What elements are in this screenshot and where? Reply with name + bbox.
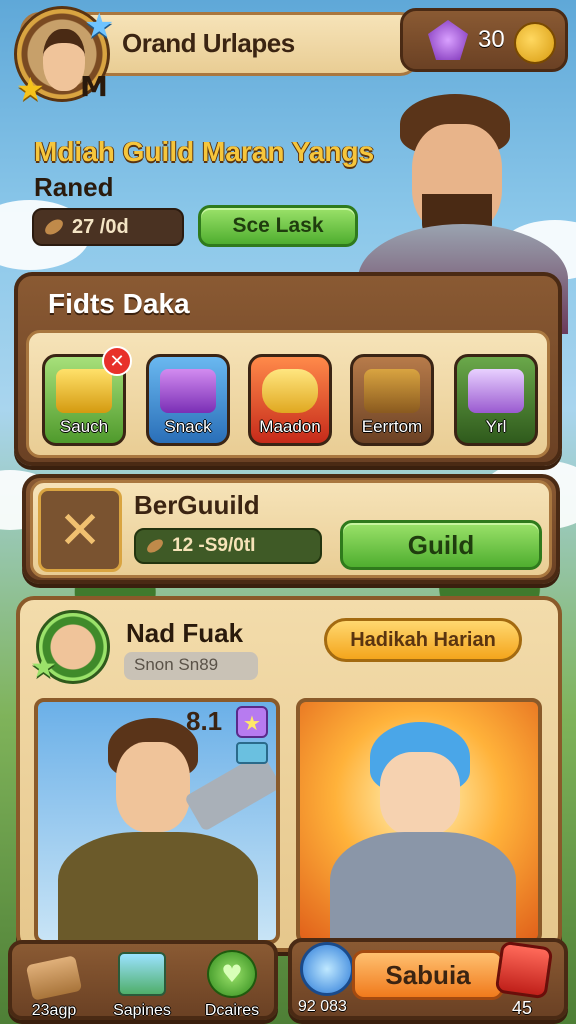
feather-icon bbox=[42, 216, 66, 238]
character-card-right[interactable] bbox=[296, 698, 542, 944]
star-icon: ★ bbox=[84, 6, 115, 46]
guild-rank: Raned bbox=[34, 172, 114, 202]
crossed-swords-icon: ✕ bbox=[38, 488, 122, 572]
currency-value: 92 083 bbox=[298, 998, 347, 1015]
page-title: Orand Urlapes bbox=[122, 28, 295, 58]
star-icon: ★ bbox=[30, 650, 57, 685]
see-task-button[interactable]: Sce Lask bbox=[198, 205, 358, 247]
wood-planks-icon bbox=[25, 955, 83, 1001]
gem-count: 30 bbox=[478, 26, 505, 53]
gold-bars-icon bbox=[56, 369, 112, 413]
nav-item-23agp[interactable]: 23agp bbox=[14, 950, 94, 1020]
nav-item-dcaires[interactable]: ♥ Dcaires bbox=[192, 950, 272, 1020]
feather-icon bbox=[144, 536, 166, 556]
feed-item-snack[interactable]: Snack bbox=[146, 354, 230, 446]
feed-item-eerrtom[interactable]: Eerrtom bbox=[350, 354, 434, 446]
guild-stat: 27 /0d bbox=[32, 208, 184, 246]
crate-icon bbox=[364, 369, 420, 413]
daily-button[interactable]: Hadikah Harian bbox=[324, 618, 522, 662]
dice-value: 45 bbox=[512, 998, 533, 1018]
card-stat: 8.1 bbox=[186, 706, 223, 736]
sparkle-icon: ★ bbox=[236, 706, 268, 738]
player-initial: M bbox=[80, 70, 108, 103]
sabuia-button[interactable]: Sabuia bbox=[352, 950, 504, 1000]
nav-item-sapines[interactable]: Sapines bbox=[102, 950, 182, 1020]
feed-item-maadon[interactable]: Maadon bbox=[248, 354, 332, 446]
guild-button[interactable]: Guild bbox=[340, 520, 542, 570]
dice-icon[interactable] bbox=[494, 940, 554, 1000]
star-icon: ★ bbox=[16, 70, 45, 108]
feed-item-yrl[interactable]: Yrl bbox=[454, 354, 538, 446]
book-icon bbox=[468, 369, 524, 413]
chest-icon bbox=[160, 369, 216, 413]
feeds-title: Fidts Daka bbox=[48, 288, 190, 319]
blue-gem-icon[interactable] bbox=[300, 942, 354, 996]
scroll-icon bbox=[262, 369, 318, 413]
guild-panel-title: BerGuuild bbox=[134, 490, 260, 520]
heart-icon: ♥ bbox=[207, 950, 257, 998]
map-icon bbox=[118, 952, 166, 996]
profile-sub: Snon Sn89 bbox=[124, 652, 258, 680]
guild-panel-stat: 12 -S9/0tI bbox=[134, 528, 322, 564]
cookie-icon[interactable] bbox=[514, 22, 556, 64]
chart-icon bbox=[236, 742, 268, 764]
guild-name: Mdiah Guild Maran Yangs bbox=[34, 136, 375, 167]
profile-name: Nad Fuak bbox=[126, 618, 244, 648]
close-icon[interactable]: ✕ bbox=[102, 346, 132, 376]
